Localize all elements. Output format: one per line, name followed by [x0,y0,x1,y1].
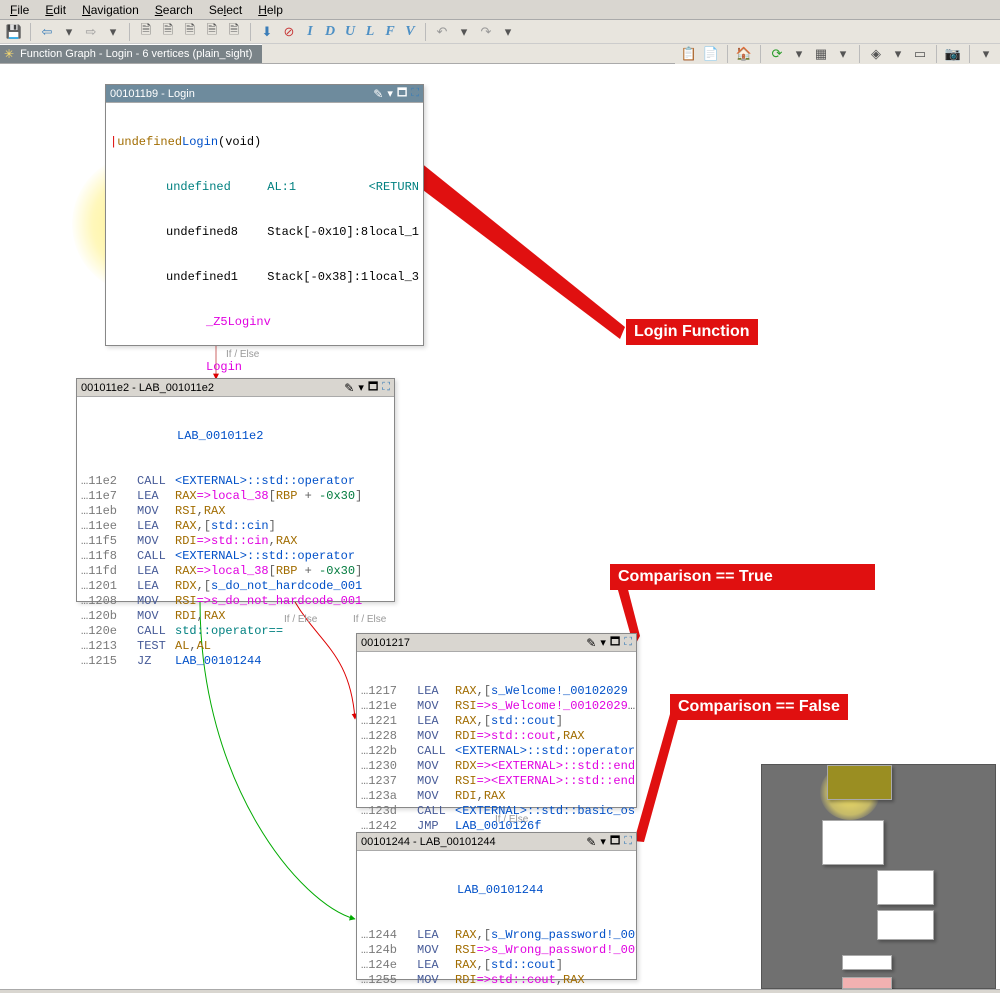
expand-icon[interactable]: ⛶ [411,87,419,100]
node-101244[interactable]: 00101244 - LAB_00101244 ✎ ▾ 🗖 ⛶ LAB_0010… [356,832,637,980]
restore-icon[interactable]: 🗖 [610,832,620,851]
annotation-true: Comparison == True [610,564,875,590]
restore-icon[interactable]: 🗖 [397,84,407,103]
asm-list-2: …11e2CALL <EXTERNAL>::std::operator…11e7… [77,474,394,669]
edge-label: If / Else [495,814,528,825]
minimap[interactable] [761,764,996,989]
edge-label: If / Else [353,614,386,625]
snapshot-icon[interactable]: 📷 [943,44,963,64]
node-title: 00101244 - LAB_00101244 [361,836,496,848]
main-toolbar: 💾 ⇦ ▾ ⇨ ▾ 🗎 🗎 🗎 🗎 🗎 ⬇ ⊘ I D U L F V ↶ ▾ … [0,20,1000,44]
restore-icon[interactable]: 🗖 [368,378,378,397]
letter-i[interactable]: I [301,24,319,40]
asm-list-3: …1217LEA RAX,[s_Welcome!_00102029…121eMO… [357,684,636,834]
menu-icon[interactable]: ▾ [976,44,996,64]
nest-icon[interactable]: ◈ [866,44,886,64]
menu-edit[interactable]: Edit [39,1,72,19]
refresh-drop-icon[interactable]: ▾ [789,44,809,64]
nest-drop-icon[interactable]: ▾ [888,44,908,64]
menu-navigation[interactable]: Navigation [76,1,145,19]
fwd-icon[interactable]: ⇨ [81,22,101,42]
doc3-icon[interactable]: 🗎 [180,22,200,42]
expand-icon[interactable]: ⛶ [382,381,390,394]
letter-f[interactable]: F [381,24,399,40]
edit-icon[interactable]: ✎ [344,381,354,395]
edit-icon[interactable]: ✎ [373,87,383,101]
chevron-down-icon[interactable]: ▾ [387,87,393,100]
layout-icon[interactable]: ▦ [811,44,831,64]
layout-drop-icon[interactable]: ▾ [833,44,853,64]
back-drop-icon[interactable]: ▾ [59,22,79,42]
chevron-down-icon[interactable]: ▾ [600,636,606,649]
redo-drop-icon[interactable]: ▾ [498,22,518,42]
doc4-icon[interactable]: 🗎 [202,22,222,42]
panel-title: Function Graph - Login - 6 vertices (pla… [20,48,252,60]
expand-icon[interactable]: ⛶ [624,835,632,848]
letter-d[interactable]: D [321,24,339,40]
undo-icon[interactable]: ↶ [432,22,452,42]
edit-icon[interactable]: ✎ [586,636,596,650]
home-icon[interactable]: 🏠 [734,44,754,64]
menu-select[interactable]: Select [203,1,248,19]
panel-titlebar: ✳ Function Graph - Login - 6 vertices (p… [0,44,1000,64]
block-icon[interactable]: ▭ [910,44,930,64]
letter-u[interactable]: U [341,24,359,40]
copy-icon[interactable]: 📋 [679,44,699,64]
node-body: LAB_001011e2 …11e2CALL <EXTERNAL>::std::… [77,397,394,701]
undo-drop-icon[interactable]: ▾ [454,22,474,42]
stop-icon[interactable]: ⊘ [279,22,299,42]
menu-bar: File Edit Navigation Search Select Help [0,0,1000,20]
fwd-drop-icon[interactable]: ▾ [103,22,123,42]
graph-canvas[interactable]: 001011b9 - Login ✎ ▾ 🗖 ⛶ |undefinedLogin… [0,84,1000,993]
node-title: 001011b9 - Login [110,88,195,100]
doc2-icon[interactable]: 🗎 [158,22,178,42]
menu-help[interactable]: Help [252,1,289,19]
node-lab11e2[interactable]: 001011e2 - LAB_001011e2 ✎ ▾ 🗖 ⛶ LAB_0010… [76,378,395,602]
menu-file[interactable]: File [4,1,35,19]
save-icon[interactable]: 💾 [4,22,24,42]
annotation-login: Login Function [626,319,758,345]
status-bar [0,989,1000,993]
letter-l[interactable]: L [361,24,379,40]
node-title: 00101217 [361,637,410,649]
menu-search[interactable]: Search [149,1,199,19]
node-101217[interactable]: 00101217 ✎ ▾ 🗖 ⛶ …1217LEA RAX,[s_Welcome… [356,633,637,808]
paste-icon[interactable]: 📄 [701,44,721,64]
annotation-false: Comparison == False [670,694,848,720]
node-body: LAB_00101244 …1244LEA RAX,[s_Wrong_passw… [357,851,636,993]
chevron-down-icon[interactable]: ▾ [600,835,606,848]
edge-label: If / Else [284,614,317,625]
down-arrow-icon[interactable]: ⬇ [257,22,277,42]
edge-label: If / Else [226,349,259,360]
expand-icon[interactable]: ⛶ [624,636,632,649]
graph-icon: ✳ [4,47,14,61]
letter-v[interactable]: V [401,24,419,40]
doc1-icon[interactable]: 🗎 [136,22,156,42]
restore-icon[interactable]: 🗖 [610,633,620,652]
refresh-icon[interactable]: ⟳ [767,44,787,64]
redo-icon[interactable]: ↷ [476,22,496,42]
doc5-icon[interactable]: 🗎 [224,22,244,42]
node-title: 001011e2 - LAB_001011e2 [81,382,214,394]
back-icon[interactable]: ⇦ [37,22,57,42]
chevron-down-icon[interactable]: ▾ [358,381,364,394]
asm-list-4: …1244LEA RAX,[s_Wrong_password!_001…124b… [357,928,636,993]
node-login[interactable]: 001011b9 - Login ✎ ▾ 🗖 ⛶ |undefinedLogin… [105,84,424,346]
edit-icon[interactable]: ✎ [586,835,596,849]
